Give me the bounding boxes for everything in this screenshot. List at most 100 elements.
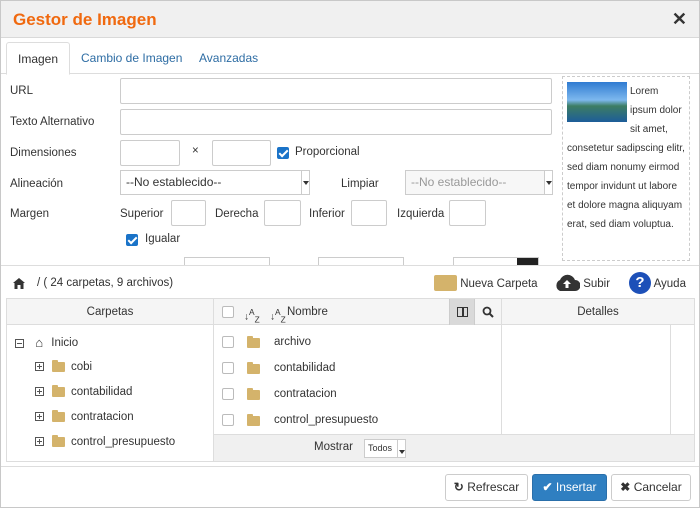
times-sign: × [192,145,199,157]
file-row[interactable]: archivo [214,329,501,355]
chevron-down-icon [544,171,552,194]
preview-image [567,82,627,122]
file-row[interactable]: contratacion [214,381,501,407]
show-select-value: Todos [368,443,393,453]
alignment-select-value: --No establecido-- [126,175,222,189]
alt-text-input[interactable] [120,109,552,135]
expand-icon[interactable] [35,387,44,397]
folder-icon [247,336,260,348]
tab-imagen[interactable]: Imagen [6,42,71,75]
cancel-label: Cancelar [633,480,682,494]
details-header: Detalles [502,299,694,325]
margin-top-label: Superior [120,208,164,220]
margin-bottom-input[interactable] [351,200,387,226]
refresh-button[interactable]: ↻ Refrescar [445,474,528,501]
folder-icon [52,359,65,372]
row-checkbox[interactable] [222,362,234,374]
row-checkbox[interactable] [222,414,234,426]
url-label: URL [10,85,34,97]
sort-icon[interactable]: ↓AZ [244,299,260,332]
upload-button[interactable]: Subir [554,272,610,296]
chevron-down-icon [301,171,309,194]
cancel-button[interactable]: ✖ Cancelar [611,474,691,501]
breadcrumb: / ( 24 carpetas, 9 archivos) [37,277,174,289]
folder-icon [52,434,65,447]
image-preview: Lorem ipsum dolor sit amet, consetetur s… [562,76,690,261]
file-browser: / ( 24 carpetas, 9 archivos) Nueva Carpe… [1,265,699,463]
margin-left-input[interactable] [449,200,486,226]
proportional-label: Proporcional [295,146,360,158]
help-button[interactable]: ? Ayuda [629,271,686,296]
image-manager-dialog: Gestor de Imagen ✕ Imagen Cambio de Imag… [0,0,700,508]
name-header: Nombre [287,306,328,318]
color-input-partial[interactable] [453,257,539,265]
alignment-select[interactable]: --No establecido-- [120,170,310,195]
margin-right-label: Derecha [215,208,259,220]
margin-top-input[interactable] [171,200,206,226]
margin-right-input[interactable] [264,200,301,226]
home-icon[interactable] [13,278,25,289]
clear-select[interactable]: --No establecido-- [405,170,553,195]
row-checkbox[interactable] [222,388,234,400]
folders-header: Carpetas [7,299,213,325]
expand-icon[interactable] [35,412,44,422]
url-input[interactable] [120,78,552,104]
equal-label: Igualar [145,233,181,245]
tab-avanzadas[interactable]: Avanzadas [188,42,269,74]
tree-item[interactable]: contratacion [35,407,134,427]
dialog-title: Gestor de Imagen [13,10,157,29]
new-folder-label: Nueva Carpeta [460,278,538,290]
refresh-icon: ↻ [453,480,464,494]
home-icon: ⌂ [35,335,44,350]
show-select[interactable]: Todos [364,439,406,458]
width-input[interactable] [120,140,180,166]
height-input[interactable] [212,140,271,166]
tab-cambio-de-imagen[interactable]: Cambio de Imagen [70,42,193,74]
refresh-label: Refrescar [467,480,520,494]
border-input-partial[interactable] [184,257,270,265]
alignment-label: Alineación [10,178,64,190]
new-folder-button[interactable]: Nueva Carpeta [434,272,538,296]
file-name: control_presupuesto [274,414,379,426]
proportional-checkbox[interactable] [277,147,289,159]
alt-text-label: Texto Alternativo [10,116,95,128]
file-name: contratacion [274,388,337,400]
sort-icon[interactable]: ↓AZ [270,299,286,332]
tree-item-label: cobi [71,361,93,373]
clear-select-value: --No establecido-- [411,175,507,189]
folder-icon [52,409,65,422]
tree-item[interactable]: cobi [35,357,92,377]
tab-bar: Imagen Cambio de Imagen Avanzadas [1,38,699,75]
spacing-input-partial[interactable] [318,257,404,265]
tree-item-label: contratacion [71,411,134,423]
help-label: Ayuda [653,278,686,290]
row-checkbox[interactable] [222,336,234,348]
tree-item[interactable]: contabilidad [35,382,132,402]
chevron-down-icon [397,440,405,457]
folder-icon [247,388,260,400]
cloud-upload-icon [556,274,581,291]
folder-icon [247,362,260,374]
collapse-icon[interactable] [15,338,24,348]
file-row[interactable]: control_presupuesto [214,407,501,433]
file-row[interactable]: contabilidad [214,355,501,381]
expand-icon[interactable] [35,362,44,372]
close-icon[interactable]: ✕ [672,9,687,30]
file-name: contabilidad [274,362,336,374]
check-icon: ✔ [542,480,553,494]
equal-checkbox[interactable] [126,234,138,246]
file-name: archivo [274,336,312,348]
columns-icon[interactable] [449,299,475,325]
clear-label: Limpiar [341,178,379,190]
select-all-checkbox[interactable] [222,306,234,318]
upload-label: Subir [583,278,611,290]
dimensions-label: Dimensiones [10,147,77,159]
margin-label: Margen [10,208,49,220]
tree-root-label: Inicio [51,337,79,350]
search-icon[interactable] [482,306,494,318]
tree-item[interactable]: control_presupuesto [35,432,175,452]
margin-left-label: Izquierda [397,208,445,220]
insert-button[interactable]: ✔ Insertar [532,474,607,501]
tree-root[interactable]: ⌂ Inicio [15,333,78,353]
expand-icon[interactable] [35,437,44,447]
